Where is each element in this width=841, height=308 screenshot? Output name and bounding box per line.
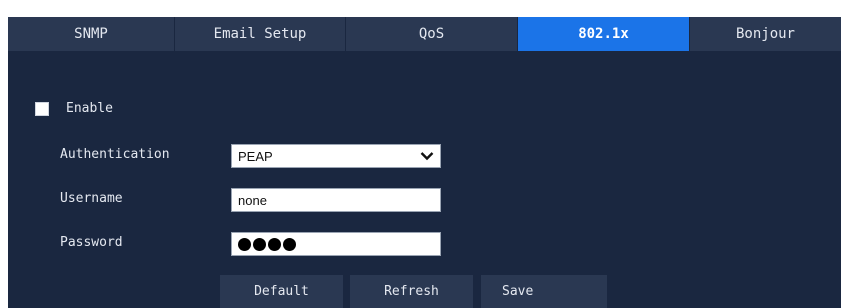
enable-label: Enable [66,101,113,116]
default-button[interactable]: Default [220,275,343,308]
tab-802-1x[interactable]: 802.1x [518,17,690,51]
username-input[interactable]: none [231,188,441,212]
tab-bonjour[interactable]: Bonjour [690,17,841,51]
refresh-button[interactable]: Refresh [350,275,473,308]
enable-row: Enable [35,101,113,116]
authentication-select[interactable]: PEAP [231,144,441,168]
tab-snmp[interactable]: SNMP [8,17,175,51]
settings-panel: SNMP Email Setup QoS 802.1x Bonjour Enab… [8,17,841,308]
password-dot-icon [253,237,266,251]
password-label: Password [60,235,123,250]
authentication-value: PEAP [238,148,273,164]
tab-bar: SNMP Email Setup QoS 802.1x Bonjour [8,17,841,51]
save-button[interactable]: Save [481,275,607,308]
username-label: Username [60,191,123,206]
password-mask [238,237,296,251]
password-dot-icon [268,237,281,251]
enable-checkbox[interactable] [35,101,49,116]
password-dot-icon [238,237,251,251]
password-input[interactable] [231,232,441,256]
username-value: none [238,192,267,208]
chevron-down-icon [420,152,434,161]
tab-qos[interactable]: QoS [346,17,518,51]
password-dot-icon [283,237,296,251]
authentication-label: Authentication [60,147,170,162]
tab-email-setup[interactable]: Email Setup [175,17,346,51]
